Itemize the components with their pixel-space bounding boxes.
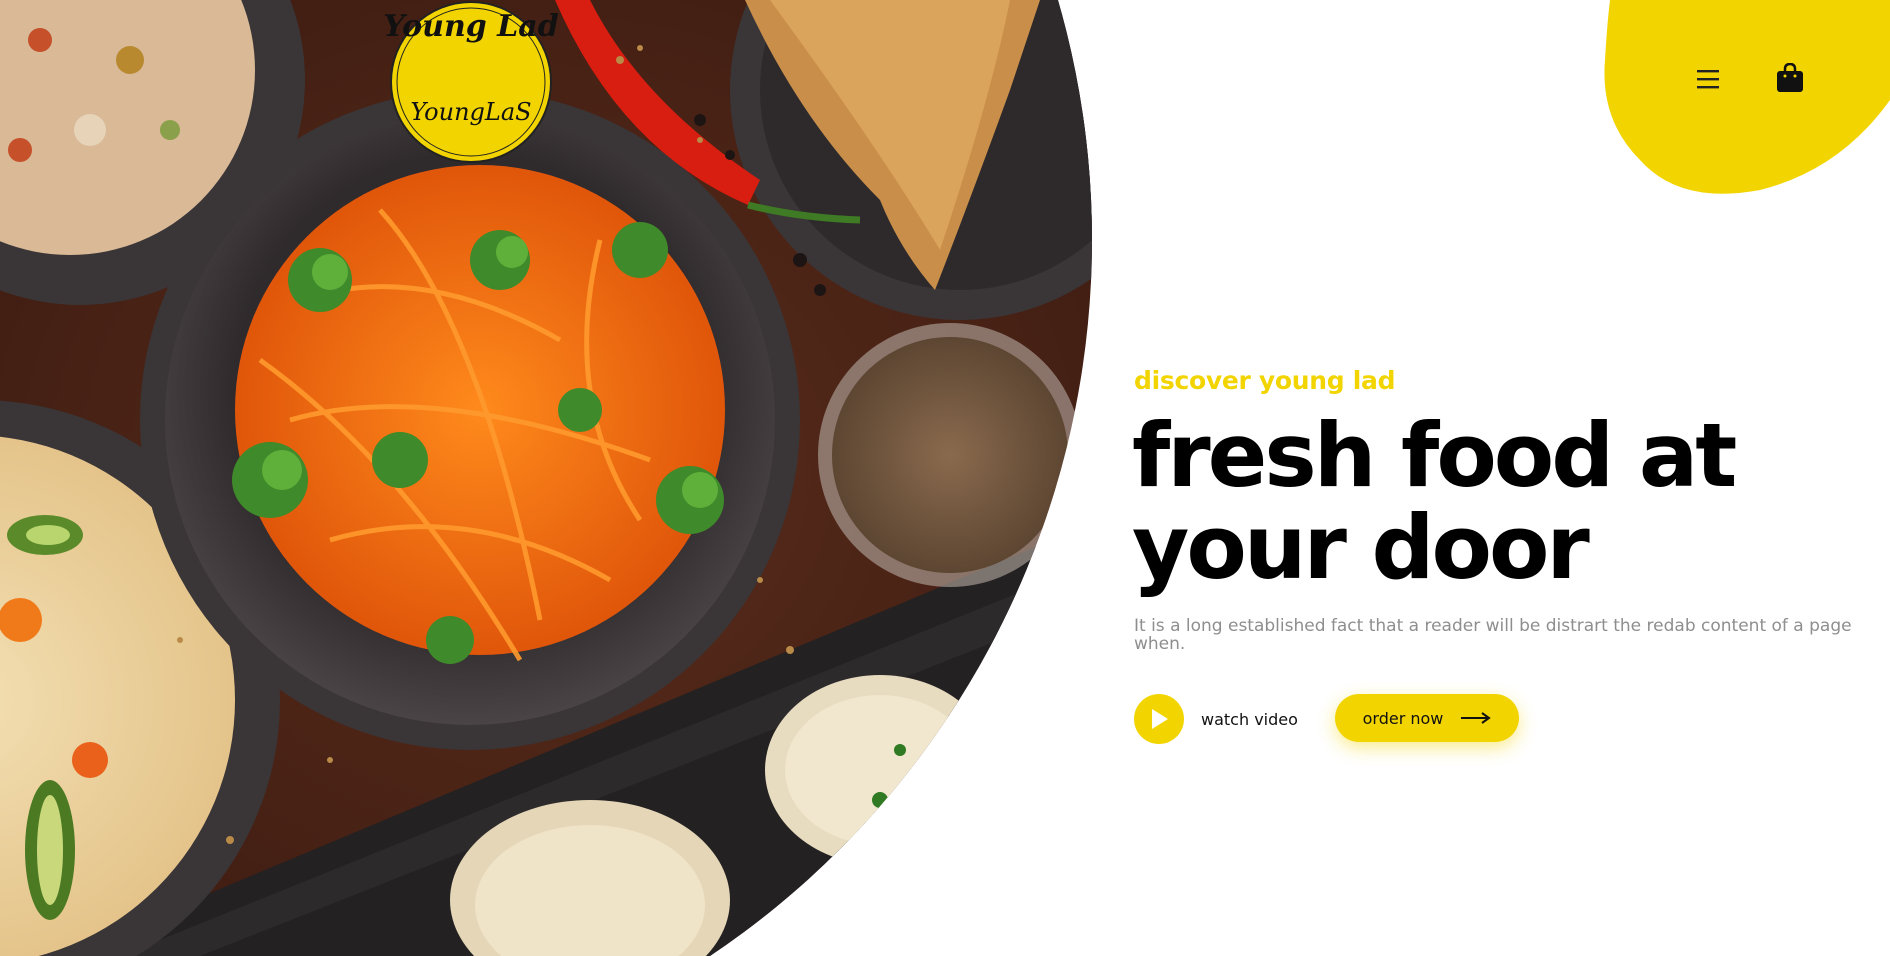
shopping-bag-icon[interactable] <box>1770 58 1810 98</box>
hero-actions: watch video order now <box>1134 694 1634 744</box>
arrow-right-icon <box>1461 712 1492 724</box>
headline-line-2: your door <box>1132 496 1590 599</box>
hero-tagline: discover young lad <box>1134 366 1396 395</box>
watch-video-label: watch video <box>1201 709 1298 729</box>
order-now-label: order now <box>1362 708 1444 728</box>
logo-text-script: YoungLaS <box>410 98 531 126</box>
brand-logo[interactable]: Young Lad YoungLaS <box>383 0 559 165</box>
hero-headline: fresh food at your door <box>1132 410 1832 594</box>
hero-description: It is a long established fact that a rea… <box>1134 616 1852 654</box>
play-icon[interactable] <box>1134 694 1184 744</box>
logo-text-top: Young Lad <box>384 9 558 44</box>
headline-line-1: fresh food at <box>1132 404 1737 507</box>
watch-video-button[interactable]: watch video <box>1134 694 1298 744</box>
hamburger-menu-icon[interactable] <box>1688 59 1728 99</box>
order-now-button[interactable]: order now <box>1335 694 1519 742</box>
